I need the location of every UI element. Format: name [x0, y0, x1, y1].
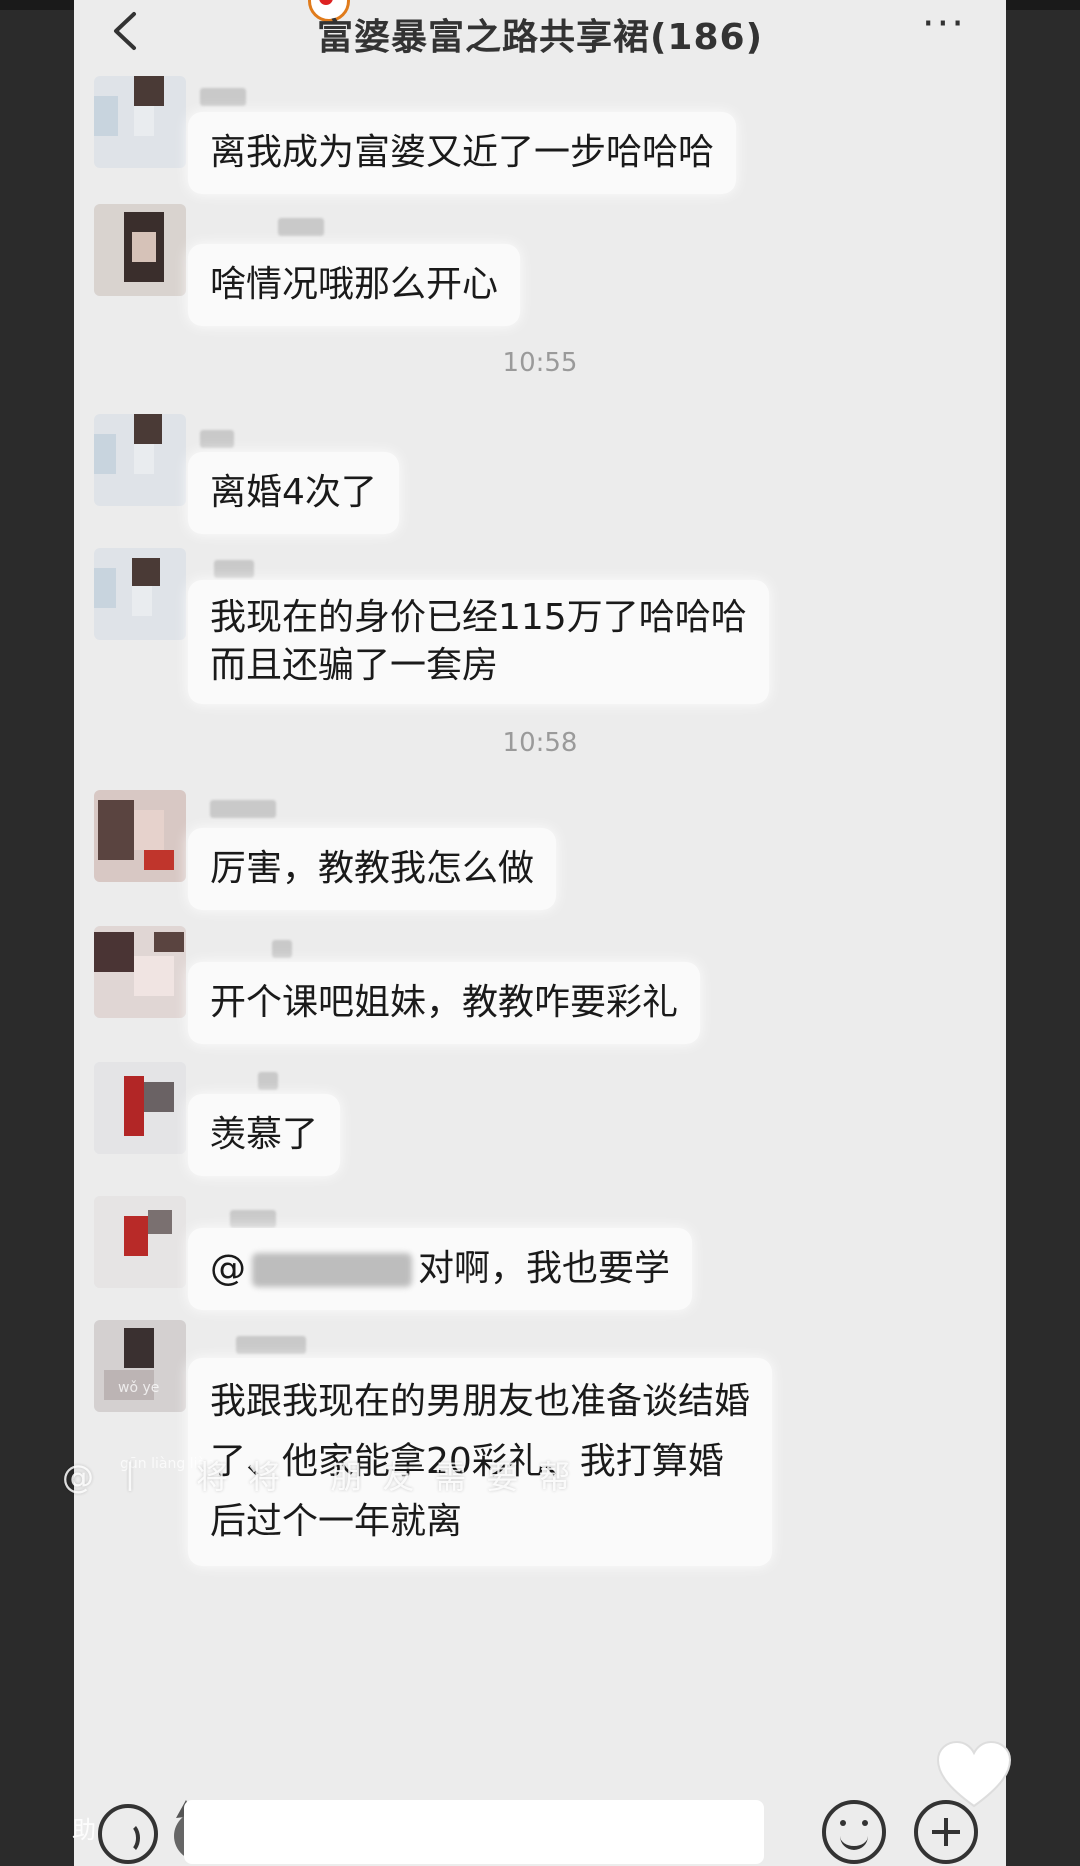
emoji-icon[interactable] [822, 1800, 886, 1864]
message-line: 我跟我现在的男朋友也准备谈结婚 [210, 1381, 751, 1422]
chat-input-bar [74, 1796, 1006, 1866]
voice-input-icon[interactable] [98, 1804, 158, 1864]
message-bubble: 离我成为富婆又近了一步哈哈哈 [188, 112, 737, 194]
mention-symbol: @ [210, 1248, 246, 1289]
sender-name [272, 940, 292, 958]
message-bubble: @ 对啊，我也要学 [188, 1228, 693, 1310]
sender-name [210, 800, 276, 818]
message-bubble: 厉害，教教我怎么做 [188, 828, 557, 910]
message-input[interactable] [184, 1800, 764, 1864]
avatar[interactable] [94, 1196, 186, 1288]
overlay-pinyin-left: wǒ ye [118, 1380, 160, 1396]
avatar[interactable] [94, 76, 186, 168]
mention-redacted [252, 1253, 412, 1287]
sender-name [230, 1210, 276, 1228]
sender-name [214, 560, 254, 578]
message-bubble: 开个课吧姐妹，教教咋要彩礼 [188, 962, 701, 1044]
message-bubble: 离婚4次了 [188, 452, 399, 534]
avatar[interactable] [94, 414, 186, 506]
plus-icon[interactable] [914, 1800, 978, 1864]
avatar[interactable] [94, 204, 186, 296]
sender-name [236, 1336, 306, 1354]
avatar[interactable] [94, 790, 186, 882]
avatar[interactable] [94, 1062, 186, 1154]
group-title: 富婆暴富之路共享裙(186) [316, 17, 764, 58]
avatar[interactable] [94, 1320, 186, 1412]
more-options-icon[interactable]: ··· [922, 4, 966, 44]
avatar[interactable] [94, 926, 186, 1018]
sender-name [278, 218, 324, 236]
avatar[interactable] [94, 548, 186, 640]
message-line: 而且还骗了一套房 [210, 645, 499, 686]
message-bubble: 我现在的身价已经115万了哈哈哈 而且还骗了一套房 [188, 580, 769, 704]
message-bubble: 羡慕了 [188, 1094, 341, 1176]
chat-header: 富婆暴富之路共享裙(186) ··· [74, 0, 1006, 64]
sender-name [258, 1072, 278, 1090]
timestamp: 10:58 [502, 728, 578, 758]
message-bubble: 啥情况哦那么开心 [188, 244, 521, 326]
message-line: 我现在的身价已经115万了哈哈哈 [210, 597, 747, 638]
message-line: 后过个一年就离 [210, 1501, 463, 1542]
overlay-caption: @丨 将将 朋友需要帮 [62, 1458, 591, 1496]
timestamp: 10:55 [502, 348, 578, 378]
message-text: 对啊，我也要学 [418, 1248, 671, 1289]
sender-name [200, 430, 234, 448]
sender-name [200, 88, 246, 106]
